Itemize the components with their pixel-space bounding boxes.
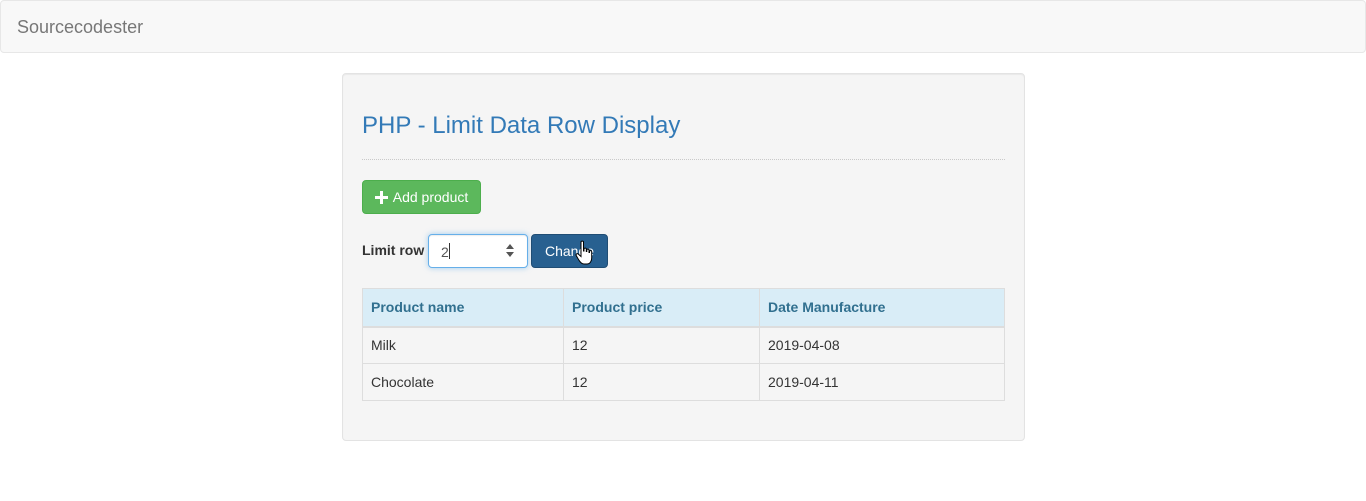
column-header-date-manufacture: Date Manufacture bbox=[759, 288, 1005, 328]
spinner-up-icon[interactable] bbox=[506, 244, 514, 249]
number-spinner-icon[interactable] bbox=[505, 244, 515, 258]
spinner-down-icon[interactable] bbox=[506, 252, 514, 257]
product-name-cell: Chocolate bbox=[362, 363, 564, 401]
limit-row-label: Limit row bbox=[362, 242, 425, 258]
change-button[interactable]: Change bbox=[531, 234, 608, 268]
column-header-product-price: Product price bbox=[563, 288, 760, 328]
table-row: Milk 12 2019-04-08 bbox=[362, 326, 1005, 364]
title-divider bbox=[362, 159, 1005, 160]
navbar-brand[interactable]: Sourcecodester bbox=[17, 17, 143, 37]
table-header-row: Product name Product price Date Manufact… bbox=[362, 288, 1005, 328]
page-title: PHP - Limit Data Row Display bbox=[362, 112, 681, 139]
text-caret bbox=[449, 243, 450, 259]
products-table: Product name Product price Date Manufact… bbox=[362, 288, 1005, 401]
column-header-product-name: Product name bbox=[362, 288, 564, 328]
date-manufacture-cell: 2019-04-08 bbox=[759, 326, 1005, 364]
top-navbar: Sourcecodester bbox=[0, 0, 1366, 53]
limit-row-input[interactable]: 2 bbox=[428, 234, 528, 268]
product-price-cell: 12 bbox=[563, 326, 760, 364]
content-panel: PHP - Limit Data Row Display Add product… bbox=[342, 73, 1025, 441]
add-product-label: Add product bbox=[392, 189, 469, 205]
date-manufacture-cell: 2019-04-11 bbox=[759, 363, 1005, 401]
limit-row-value: 2 bbox=[441, 244, 449, 260]
plus-icon bbox=[374, 190, 388, 204]
product-price-cell: 12 bbox=[563, 363, 760, 401]
table-row: Chocolate 12 2019-04-11 bbox=[362, 363, 1005, 401]
add-product-button[interactable]: Add product bbox=[362, 180, 481, 214]
product-name-cell: Milk bbox=[362, 326, 564, 364]
